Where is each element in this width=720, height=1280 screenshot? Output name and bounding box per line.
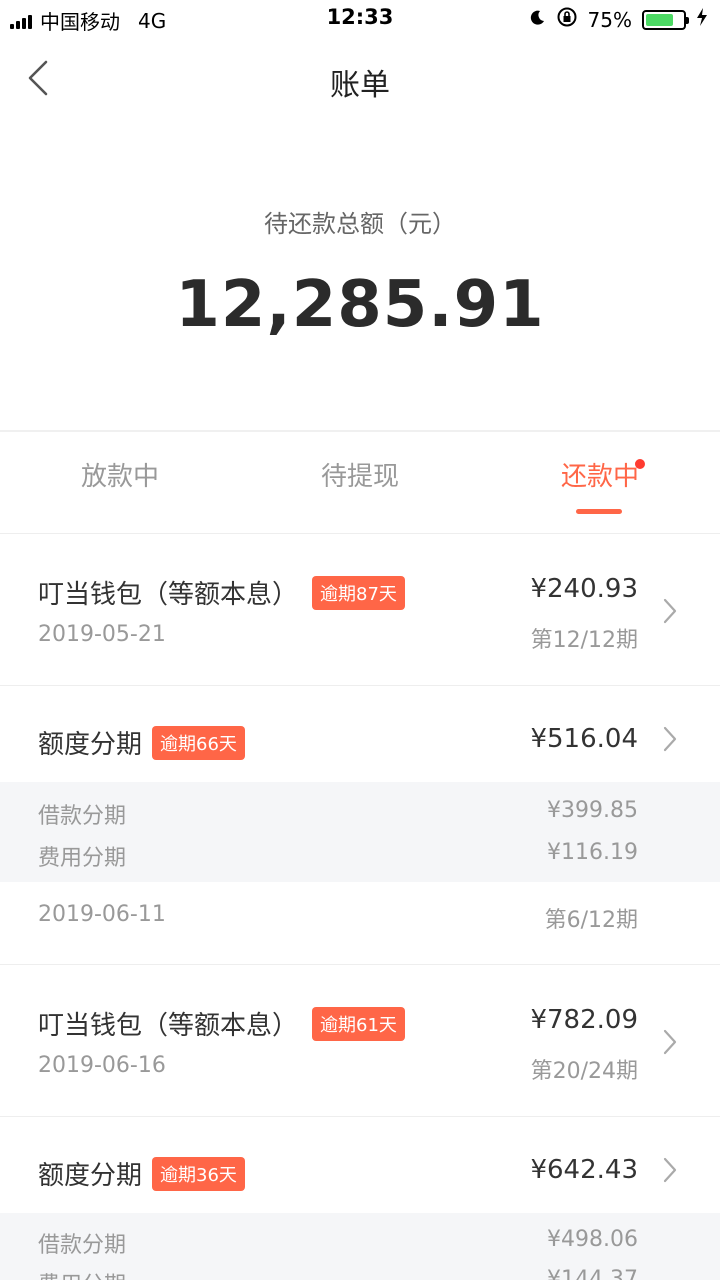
bill-breakdown: 借款分期 ¥399.85 费用分期 ¥116.19 [0, 782, 720, 882]
breakdown-value: ¥116.19 [547, 840, 638, 865]
bill-amount: ¥782.09 [530, 1005, 638, 1035]
bill-item[interactable]: 额度分期 逾期36天 ¥642.43 借款分期 ¥498.06 费用分期 ¥14… [0, 1117, 720, 1280]
bill-date: 2019-05-21 [38, 622, 166, 647]
moon-icon [528, 8, 546, 32]
bill-item[interactable]: 额度分期 逾期66天 ¥516.04 借款分期 ¥399.85 费用分期 ¥11… [0, 686, 720, 964]
breakdown-value: ¥498.06 [547, 1227, 638, 1252]
bill-date: 2019-06-11 [38, 902, 166, 927]
page-title: 账单 [330, 68, 390, 103]
bill-breakdown: 借款分期 ¥498.06 费用分期 ¥144.37 [0, 1213, 720, 1280]
chevron-right-icon [663, 726, 677, 752]
breakdown-label: 费用分期 [38, 1267, 126, 1280]
overdue-badge: 逾期36天 [152, 1157, 245, 1191]
breakdown-label: 借款分期 [38, 1233, 127, 1258]
chevron-right-icon [663, 598, 677, 624]
charging-icon [696, 7, 708, 32]
bill-title: 额度分期 [38, 1161, 143, 1191]
bill-title: 叮当钱包（等额本息） [38, 580, 299, 610]
battery-icon [642, 9, 689, 30]
bill-period: 第6/12期 [544, 908, 638, 933]
nav-bar: 账单 [0, 40, 720, 120]
chevron-right-icon [663, 1157, 677, 1183]
status-right: 75% [528, 6, 708, 33]
rotation-lock-icon [556, 6, 578, 33]
breakdown-value: ¥144.37 [547, 1267, 638, 1280]
breakdown-value: ¥399.85 [547, 798, 638, 823]
tab-pending-withdrawal[interactable]: 待提现 [240, 432, 480, 532]
tab-lending[interactable]: 放款中 [0, 432, 240, 532]
breakdown-label: 借款分期 [38, 804, 127, 829]
tab-repaying[interactable]: 还款中 [480, 432, 720, 532]
bill-amount: ¥240.93 [530, 574, 638, 604]
chevron-right-icon [663, 1029, 677, 1055]
tab-label: 待提现 [320, 462, 399, 492]
tab-label: 还款中 [560, 462, 639, 492]
bill-title: 额度分期 [38, 730, 143, 760]
bill-item[interactable]: 叮当钱包（等额本息） 逾期87天 ¥240.93 2019-05-21 第12/… [0, 534, 720, 684]
bill-title: 叮当钱包（等额本息） [38, 1011, 299, 1041]
overdue-badge: 逾期61天 [312, 1007, 405, 1041]
active-tab-indicator [576, 509, 622, 514]
tab-label: 放款中 [80, 462, 159, 492]
summary-label: 待还款总额（元） [264, 210, 456, 238]
notification-dot [635, 459, 645, 469]
summary-amount: 12,285.91 [175, 268, 545, 342]
bill-period: 第12/12期 [530, 628, 638, 653]
status-bar: 中国移动 4G 12:33 75% [0, 0, 720, 36]
tab-bar: 放款中 待提现 还款中 [0, 432, 720, 532]
bill-amount: ¥642.43 [530, 1155, 638, 1185]
bill-amount: ¥516.04 [530, 724, 638, 754]
overdue-badge: 逾期87天 [312, 576, 405, 610]
overdue-badge: 逾期66天 [152, 726, 245, 760]
breakdown-label: 费用分期 [38, 846, 127, 871]
battery-percent: 75% [587, 7, 632, 32]
bill-date: 2019-06-16 [38, 1053, 166, 1078]
bill-period: 第20/24期 [530, 1059, 638, 1084]
bill-item[interactable]: 叮当钱包（等额本息） 逾期61天 ¥782.09 2019-06-16 第20/… [0, 965, 720, 1115]
